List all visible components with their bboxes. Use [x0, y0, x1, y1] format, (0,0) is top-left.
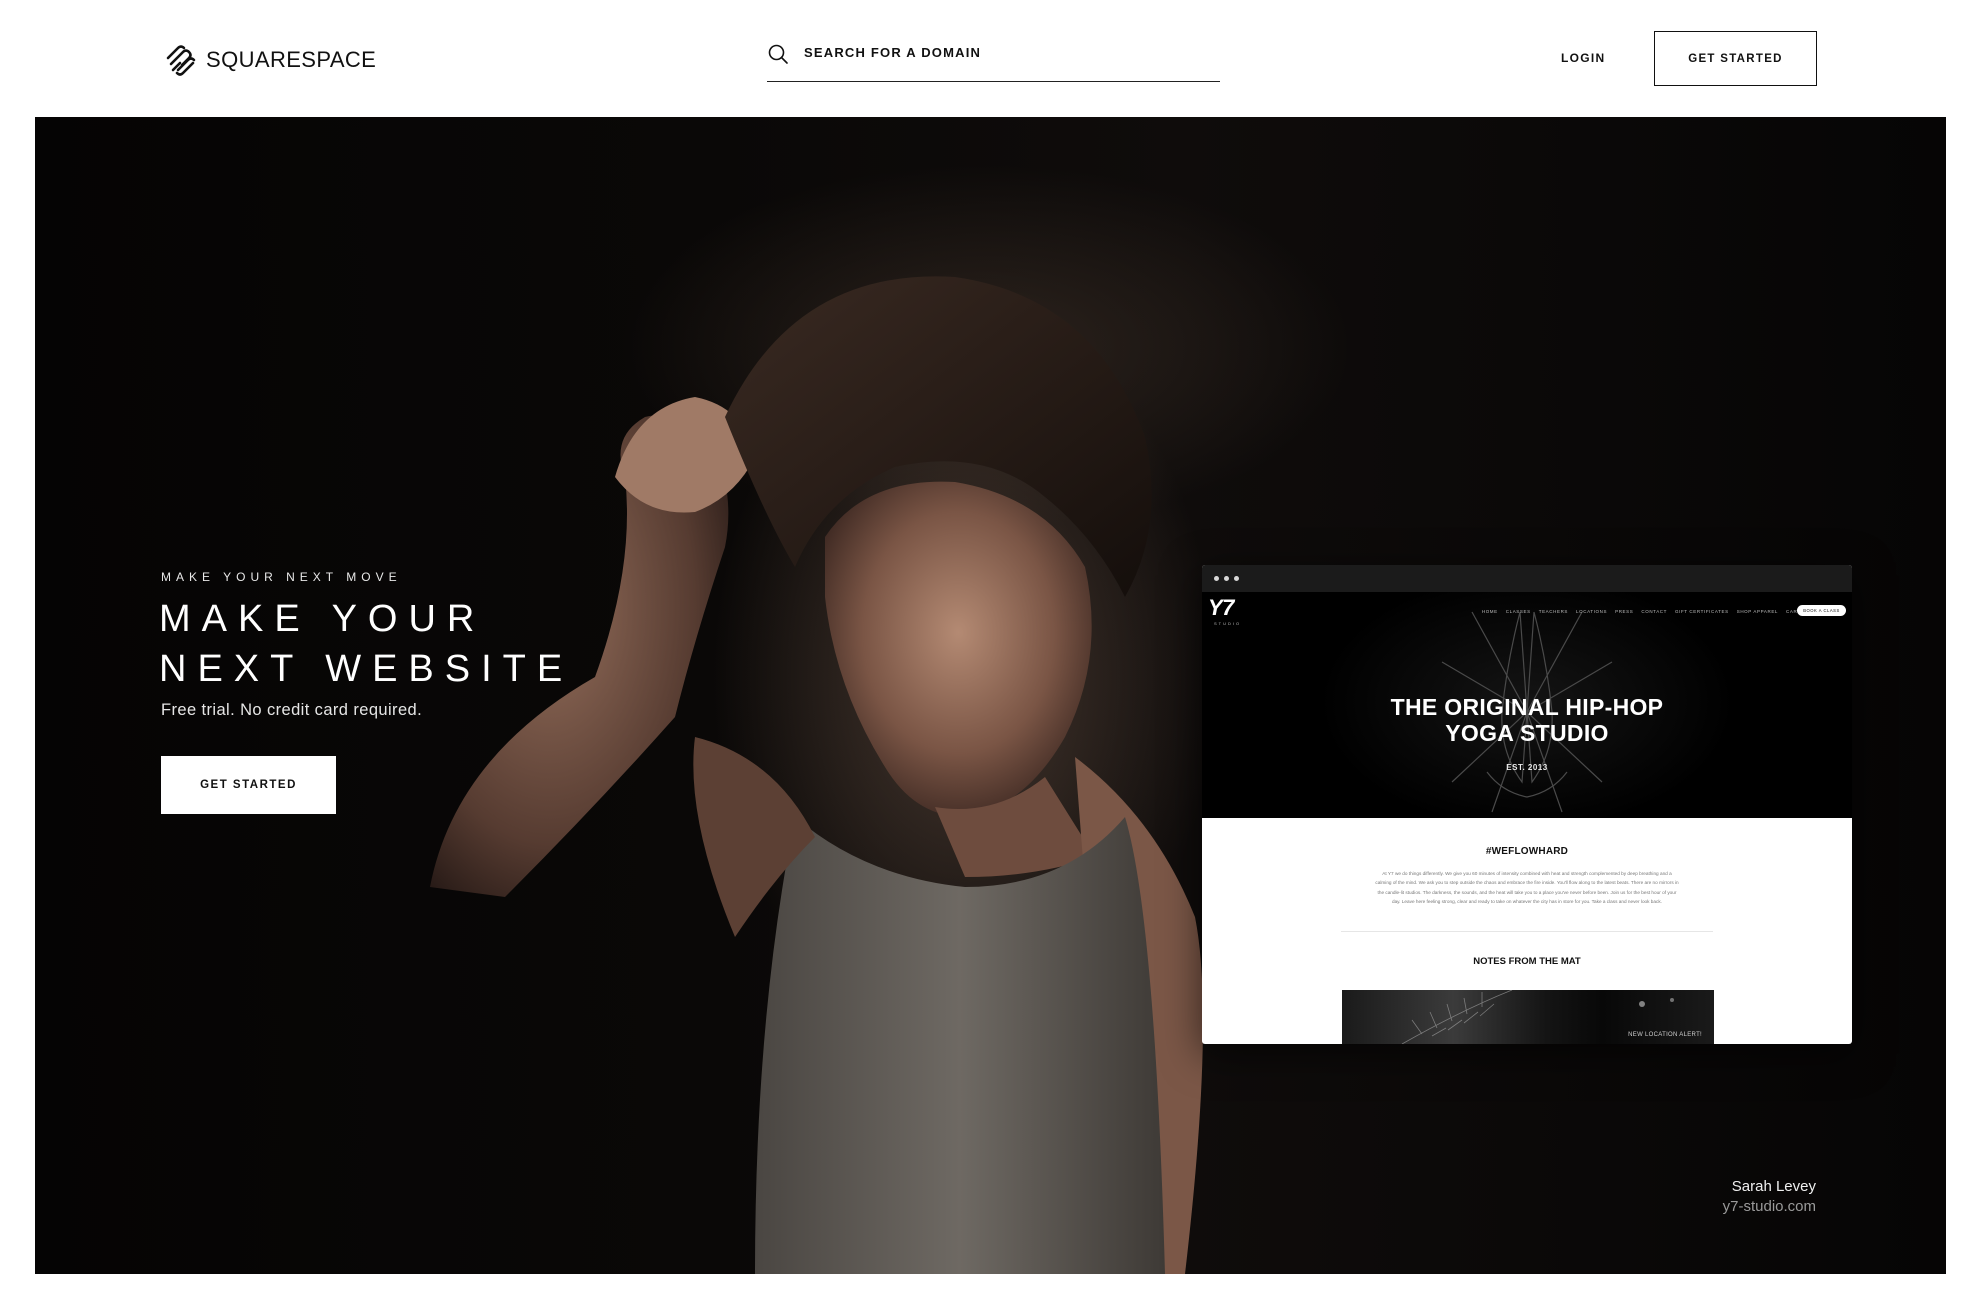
- preview-title-line1: THE ORIGINAL HIP-HOP: [1390, 694, 1664, 720]
- example-site-preview: Y7 STUDIO HOME CLASSES TEACHERS LOCATION…: [1202, 565, 1852, 1044]
- preview-nav-item: PRESS: [1615, 609, 1634, 614]
- hero-eyebrow: MAKE YOUR NEXT MOVE: [161, 570, 402, 584]
- search-icon: [768, 44, 788, 64]
- preview-nav: HOME CLASSES TEACHERS LOCATIONS PRESS CO…: [1482, 609, 1812, 614]
- preview-section1-heading: #WEFLOWHARD: [1485, 846, 1569, 857]
- preview-section1-body: At Y7 we do things differently. We give …: [1375, 871, 1679, 905]
- credit-site-link[interactable]: y7-studio.com: [1723, 1197, 1816, 1217]
- preview-title-line2: YOGA STUDIO: [1445, 720, 1609, 746]
- hero-headline-line1: MAKE YOUR: [159, 598, 486, 640]
- hero-subline: Free trial. No credit card required.: [161, 701, 423, 719]
- preview-book-button: BOOK A CLASS: [1797, 605, 1846, 616]
- preview-browser-bar: [1202, 565, 1852, 592]
- squarespace-logo[interactable]: SQUARESPACE: [164, 44, 376, 76]
- preview-divider: [1341, 930, 1713, 932]
- hero-headline: MAKE YOUR NEXT WEBSITE: [159, 594, 573, 694]
- preview-strip-label: NEW LOCATION ALERT!: [1628, 1032, 1702, 1038]
- credit-name: Sarah Levey: [1731, 1178, 1816, 1195]
- window-dot-icon: [1214, 576, 1219, 581]
- preview-title: THE ORIGINAL HIP-HOP YOGA STUDIO: [1202, 694, 1852, 746]
- preview-image-strip: NEW LOCATION ALERT!: [1342, 990, 1714, 1044]
- site-header: SQUARESPACE LOGIN GET STARTED: [0, 0, 1980, 117]
- preview-logo-sub: STUDIO: [1214, 621, 1242, 626]
- preview-hero: Y7 STUDIO HOME CLASSES TEACHERS LOCATION…: [1202, 592, 1852, 818]
- preview-nav-item: GIFT CERTIFICATES: [1675, 609, 1729, 614]
- domain-search-input[interactable]: [804, 45, 1184, 60]
- window-dot-icon: [1224, 576, 1229, 581]
- preview-nav-item: TEACHERS: [1538, 609, 1569, 614]
- squarespace-logo-icon: [166, 45, 196, 76]
- domain-search: [767, 38, 1220, 82]
- preview-section2-heading: NOTES FROM THE MAT: [1473, 955, 1581, 967]
- hero-headline-line2: NEXT WEBSITE: [159, 648, 574, 690]
- login-link[interactable]: LOGIN: [1561, 51, 1606, 65]
- preview-nav-item: LOCATIONS: [1576, 609, 1608, 614]
- preview-nav-item: CLASSES: [1505, 609, 1531, 614]
- preview-logo: Y7: [1208, 595, 1234, 620]
- header-get-started-button[interactable]: GET STARTED: [1654, 31, 1817, 86]
- preview-est: EST. 2013: [1506, 763, 1548, 772]
- photo-credit: Sarah Levey y7-studio.com: [1723, 1177, 1816, 1217]
- hero-get-started-button[interactable]: GET STARTED: [161, 756, 336, 814]
- preview-nav-item: CONTACT: [1641, 609, 1667, 614]
- logo-wordmark: SQUARESPACE: [206, 47, 377, 72]
- preview-nav-item: SHOP APPAREL: [1736, 609, 1779, 614]
- hero-section: MAKE YOUR NEXT MOVE MAKE YOUR NEXT WEBSI…: [35, 117, 1946, 1274]
- preview-nav-item: HOME: [1481, 609, 1498, 614]
- window-dot-icon: [1234, 576, 1239, 581]
